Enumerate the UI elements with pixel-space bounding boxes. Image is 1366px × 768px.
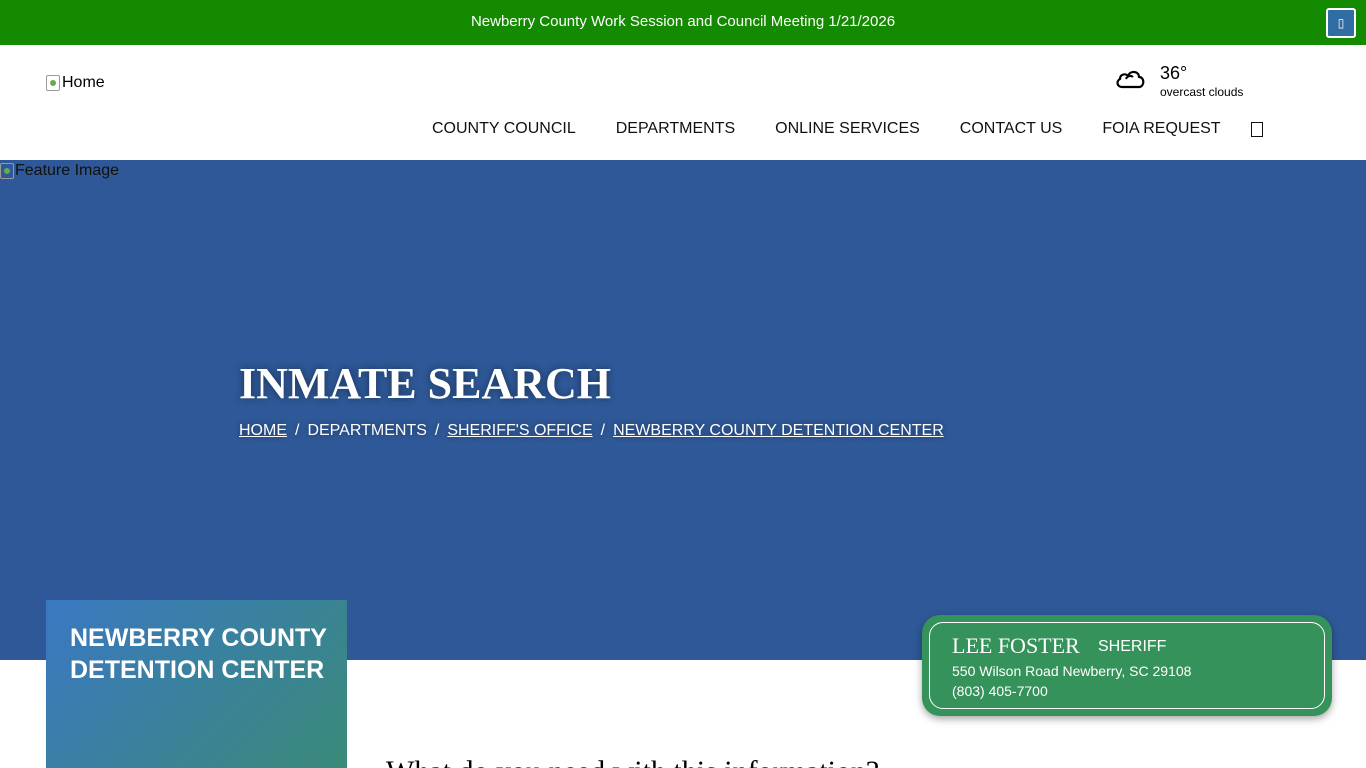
feature-image-alt-text: Feature Image	[15, 162, 120, 179]
nav-item-contact-us[interactable]: CONTACT US	[940, 120, 1083, 138]
weather-widget: 36° overcast clouds	[1114, 63, 1274, 99]
breadcrumb-separator: /	[295, 422, 300, 439]
page-title: INMATE SEARCH	[239, 359, 612, 408]
nav-item-departments[interactable]: DEPARTMENTS	[596, 120, 755, 138]
nav-item-online-services[interactable]: ONLINE SERVICES	[755, 120, 940, 138]
breadcrumb-departments: DEPARTMENTS	[307, 422, 427, 439]
nav-item-foia-request[interactable]: FOIA REQUEST	[1082, 120, 1240, 138]
cloud-icon	[1116, 70, 1145, 89]
alert-text[interactable]: Newberry County Work Session and Council…	[0, 0, 1366, 45]
sheriff-role: SHERIFF	[1098, 638, 1167, 655]
alert-bar: Newberry County Work Session and Council…	[0, 0, 1366, 45]
broken-image-icon	[0, 163, 14, 179]
content-question-heading: What do you need with this information?	[386, 755, 879, 768]
search-icon[interactable]	[1250, 121, 1263, 137]
feature-image: Feature Image	[0, 162, 119, 180]
home-logo-link[interactable]: Home	[46, 74, 105, 92]
sheriff-phone-link[interactable]: (803) 405-7700	[952, 683, 1048, 699]
alert-close-button[interactable]: ▯	[1326, 8, 1356, 38]
breadcrumb-home-link[interactable]: HOME	[239, 422, 287, 440]
weather-temperature: 36°	[1160, 63, 1188, 83]
breadcrumb-separator: /	[600, 422, 606, 439]
breadcrumb: HOME / DEPARTMENTS / SHERIFF'S OFFICE / …	[239, 422, 944, 440]
sheriff-card-border: LEE FOSTER SHERIFF 550 Wilson Road Newbe…	[929, 622, 1325, 709]
breadcrumb-detention-center-link[interactable]: NEWBERRY COUNTY DETENTION CENTER	[613, 422, 944, 440]
main-nav: COUNTY COUNCIL DEPARTMENTS ONLINE SERVIC…	[412, 119, 1263, 139]
hero-banner: Feature Image INMATE SEARCH HOME / DEPAR…	[0, 160, 1366, 660]
breadcrumb-separator: /	[434, 422, 440, 439]
sheriff-contact-card: LEE FOSTER SHERIFF 550 Wilson Road Newbe…	[922, 615, 1332, 716]
side-panel-title: NEWBERRY COUNTY DETENTION CENTER	[70, 624, 327, 684]
breadcrumb-sheriffs-office-link[interactable]: SHERIFF'S OFFICE	[447, 422, 592, 440]
nav-item-county-council[interactable]: COUNTY COUNCIL	[412, 120, 596, 138]
sheriff-name: LEE FOSTER	[952, 633, 1080, 658]
side-panel: NEWBERRY COUNTY DETENTION CENTER	[46, 600, 347, 768]
weather-description: overcast clouds	[1160, 85, 1244, 99]
broken-image-icon	[46, 75, 60, 91]
logo-alt-text: Home	[62, 74, 105, 91]
sheriff-address: 550 Wilson Road Newberry, SC 29108	[952, 663, 1192, 679]
site-header: Home 36° overcast clouds COUNTY COUNCIL …	[0, 45, 1366, 160]
